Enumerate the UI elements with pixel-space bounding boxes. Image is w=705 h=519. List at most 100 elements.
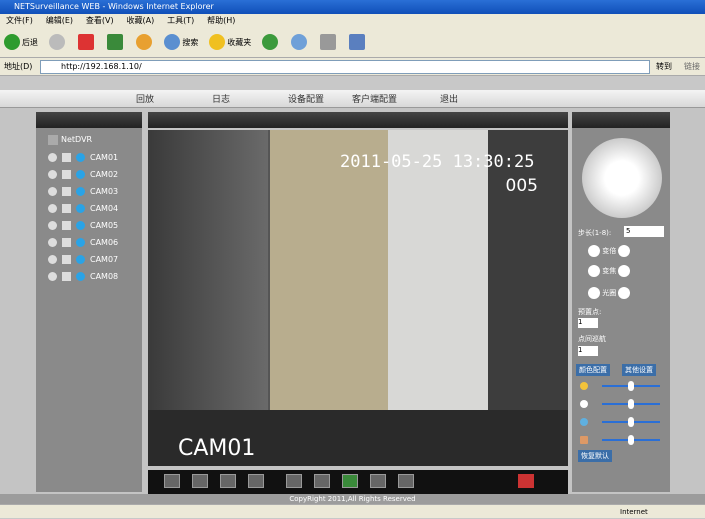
quad-view-button[interactable] <box>220 474 236 488</box>
refresh-button[interactable] <box>106 34 125 50</box>
tree-cam-03[interactable]: CAM03 <box>48 185 118 200</box>
tree-root[interactable]: NetDVR <box>48 133 92 148</box>
stop-button[interactable] <box>77 34 96 50</box>
record-icon <box>48 153 57 162</box>
tree-cam-01[interactable]: CAM01 <box>48 151 118 166</box>
nine-view-button[interactable] <box>248 474 264 488</box>
focus-row: 变焦 <box>588 265 631 277</box>
tree-cam-05[interactable]: CAM05 <box>48 219 118 234</box>
home-icon <box>135 34 152 50</box>
window-title: NETSurveillance WEB - Windows Internet E… <box>0 0 705 14</box>
links-button[interactable]: 链接 <box>684 58 700 76</box>
camera-icon <box>76 221 85 230</box>
open-all-button[interactable] <box>286 474 302 488</box>
menu-view[interactable]: 查看(V) <box>86 16 114 25</box>
mail-icon <box>291 34 307 50</box>
contrast-slider[interactable] <box>580 398 666 410</box>
footer-copyright: CopyRight 2011,All Rights Reserved <box>0 494 705 504</box>
back-button[interactable]: 后退 <box>4 34 38 50</box>
print-icon <box>319 34 336 50</box>
history-icon <box>262 34 279 50</box>
mail-button[interactable] <box>291 34 309 50</box>
single-view-button[interactable] <box>192 474 208 488</box>
edit-icon <box>348 34 365 50</box>
tree-cam-08[interactable]: CAM08 <box>48 270 118 285</box>
play-icon <box>62 255 71 264</box>
camera-icon <box>76 255 85 264</box>
tree-cam-06[interactable]: CAM06 <box>48 236 118 251</box>
focus-label: 变焦 <box>602 267 617 275</box>
nav-logout[interactable]: 退出 <box>440 92 458 105</box>
hue-slider[interactable] <box>580 434 666 446</box>
cam-label: CAM06 <box>90 238 119 247</box>
fullscreen-button[interactable] <box>164 474 180 488</box>
nav-log[interactable]: 日志 <box>212 92 230 105</box>
cam-label: CAM08 <box>90 272 119 281</box>
record-icon <box>48 238 57 247</box>
record-icon <box>48 204 57 213</box>
step-label: 步长(1-8): <box>578 229 612 237</box>
address-input[interactable]: http://192.168.1.10/ <box>40 60 650 74</box>
camera-icon <box>76 170 85 179</box>
stop-icon <box>77 34 94 50</box>
saturation-slider[interactable] <box>580 416 666 428</box>
tab-color[interactable]: 颜色配置 <box>576 364 610 376</box>
record-icon <box>48 170 57 179</box>
nav-client-config[interactable]: 客户端配置 <box>352 92 397 105</box>
record-button[interactable] <box>370 474 386 488</box>
search-button[interactable]: 搜索 <box>164 34 198 50</box>
plus-icon[interactable] <box>588 265 600 277</box>
iris-label: 光圈 <box>602 289 617 297</box>
step-select[interactable]: 5 <box>624 226 664 237</box>
favorites-label: 收藏夹 <box>227 37 252 47</box>
home-button[interactable] <box>135 34 154 50</box>
plus-icon[interactable] <box>588 287 600 299</box>
play-icon <box>62 170 71 179</box>
preset-input[interactable]: 1 <box>578 318 598 328</box>
refresh-icon <box>106 34 123 50</box>
stop-record-button[interactable] <box>398 474 414 488</box>
edit-button[interactable] <box>348 34 367 50</box>
camera-icon <box>76 204 85 213</box>
menu-help[interactable]: 帮助(H) <box>207 16 235 25</box>
tree-cam-02[interactable]: CAM02 <box>48 168 118 183</box>
history-button[interactable] <box>262 34 280 50</box>
back-icon <box>4 34 20 50</box>
video-camera-name: CAM01 <box>178 436 256 461</box>
nav-playback[interactable]: 回放 <box>136 92 154 105</box>
camera-icon <box>76 153 85 162</box>
search-label: 搜索 <box>182 37 199 47</box>
cruise-input[interactable]: 1 <box>578 346 598 356</box>
video-header <box>148 112 568 128</box>
minus-icon[interactable] <box>618 245 631 257</box>
cruise-label: 点间巡航 <box>578 335 606 343</box>
saturation-icon <box>580 418 588 426</box>
volume-icon[interactable] <box>518 474 534 488</box>
minus-icon[interactable] <box>618 287 631 299</box>
status-bar: Internet <box>0 504 705 518</box>
video-view[interactable]: 2011-05-25 13:30:25 005 CAM01 <box>148 130 568 466</box>
nav-device-config[interactable]: 设备配置 <box>288 92 324 105</box>
print-button[interactable] <box>319 34 338 50</box>
tree-cam-07[interactable]: CAM07 <box>48 253 118 268</box>
forward-button[interactable] <box>48 34 67 50</box>
minus-icon[interactable] <box>618 265 631 277</box>
capture-button[interactable] <box>342 474 358 488</box>
camera-tree-header <box>36 112 142 128</box>
iris-row: 光圈 <box>588 287 631 299</box>
favorites-button[interactable]: 收藏夹 <box>209 34 251 50</box>
close-all-button[interactable] <box>314 474 330 488</box>
menu-favorites[interactable]: 收藏(A) <box>126 16 154 25</box>
menu-tools[interactable]: 工具(T) <box>167 16 194 25</box>
menu-file[interactable]: 文件(F) <box>6 16 33 25</box>
tree-cam-04[interactable]: CAM04 <box>48 202 118 217</box>
tree-root-label: NetDVR <box>61 135 93 144</box>
go-button[interactable]: 转到 <box>656 58 672 76</box>
reset-button[interactable]: 恢复默认 <box>578 450 612 462</box>
plus-icon[interactable] <box>588 245 600 257</box>
ptz-direction-pad[interactable] <box>582 138 662 218</box>
tab-other[interactable]: 其他设置 <box>622 364 656 376</box>
menu-edit[interactable]: 编辑(E) <box>46 16 73 25</box>
brightness-slider[interactable] <box>580 380 666 392</box>
play-icon <box>62 204 71 213</box>
